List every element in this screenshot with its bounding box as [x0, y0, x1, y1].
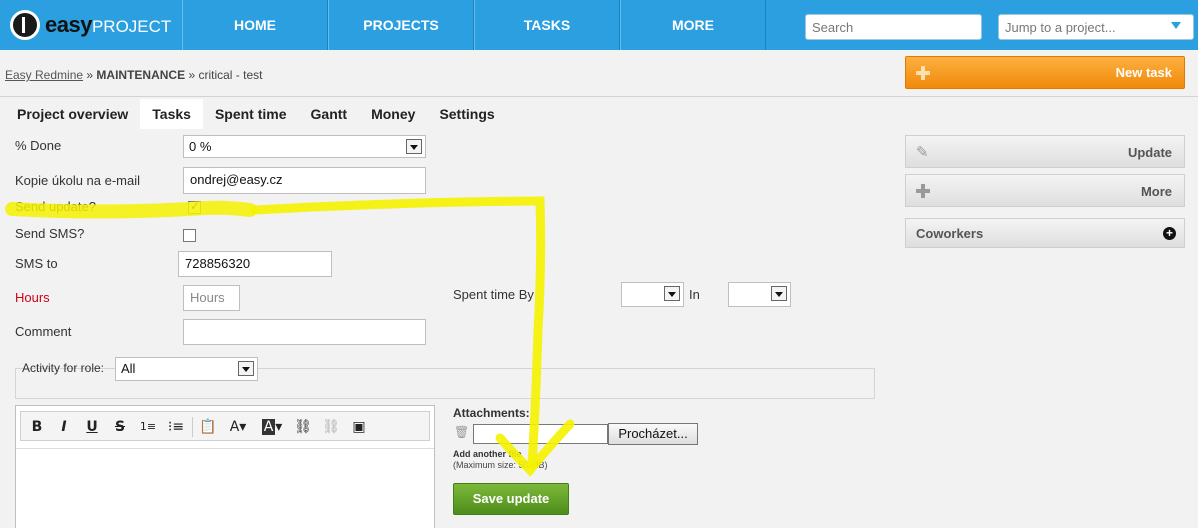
- image-icon[interactable]: ▣: [349, 417, 369, 437]
- nav-projects[interactable]: PROJECTS: [328, 0, 474, 50]
- activity-role-value: All: [121, 361, 136, 376]
- paste-icon[interactable]: 📋: [198, 417, 218, 437]
- coworkers-panel[interactable]: Coworkers +: [905, 218, 1185, 248]
- new-task-button[interactable]: New task: [905, 56, 1185, 89]
- activity-role-label: Activity for role:: [22, 361, 105, 375]
- more-button[interactable]: More: [905, 174, 1185, 207]
- update-button[interactable]: ✎ Update: [905, 135, 1185, 168]
- chevron-down-icon: [406, 139, 422, 154]
- spent-time-by-select[interactable]: [621, 282, 684, 307]
- toolbar-separator: [192, 417, 193, 437]
- top-navigation-bar: easyPROJECT HOME PROJECTS TASKS MORE Sea…: [0, 0, 1198, 50]
- spent-time-by-label: Spent time By: [453, 287, 534, 302]
- attachments-title: Attachments:: [453, 406, 530, 420]
- save-update-button[interactable]: Save update: [453, 483, 569, 515]
- italic-button[interactable]: I: [54, 417, 74, 437]
- logo-text: easyPROJECT: [45, 12, 172, 37]
- jump-placeholder: Jump to a project...: [1005, 20, 1116, 35]
- copy-email-field[interactable]: ondrej@easy.cz: [183, 167, 426, 194]
- divider: [0, 96, 1198, 97]
- breadcrumb-project[interactable]: MAINTENANCE: [96, 68, 185, 82]
- coworkers-label: Coworkers: [916, 226, 984, 241]
- link-icon[interactable]: ⛓: [293, 417, 313, 437]
- nav-tasks[interactable]: TASKS: [474, 0, 620, 50]
- tab-money[interactable]: Money: [359, 99, 427, 129]
- add-coworker-icon[interactable]: +: [1163, 227, 1176, 240]
- nav-more[interactable]: MORE: [620, 0, 766, 50]
- chevron-down-icon: [1171, 22, 1181, 29]
- notes-textarea[interactable]: [16, 448, 434, 528]
- chevron-down-icon: [238, 361, 254, 376]
- more-label: More: [1140, 184, 1172, 199]
- notes-editor: B I U S 1≡ ⁝≡ 📋 A▾ A ▾ ⛓ ⛓ ▣: [15, 405, 435, 528]
- project-tabs: Project overview Tasks Spent time Gantt …: [5, 99, 507, 129]
- bg-color-icon[interactable]: A ▾: [259, 417, 285, 437]
- in-label: In: [689, 287, 700, 302]
- breadcrumb-separator: »: [86, 68, 94, 82]
- file-input[interactable]: [473, 424, 608, 444]
- sms-to-field[interactable]: 728856320: [178, 251, 332, 277]
- comment-label: Comment: [15, 324, 72, 339]
- strike-button[interactable]: S: [110, 417, 130, 437]
- tab-gantt[interactable]: Gantt: [299, 99, 360, 129]
- update-label: Update: [1127, 145, 1172, 160]
- hours-field[interactable]: Hours: [183, 285, 240, 311]
- ordered-list-icon[interactable]: 1≡: [138, 417, 158, 437]
- logo[interactable]: easyPROJECT: [0, 0, 182, 50]
- send-sms-label: Send SMS?: [15, 226, 85, 241]
- nav-home[interactable]: HOME: [182, 0, 328, 50]
- copy-email-label: Kopie úkolu na e-mail: [15, 173, 141, 188]
- chevron-down-icon: [771, 286, 787, 301]
- plus-icon: [916, 184, 930, 198]
- tab-tasks[interactable]: Tasks: [140, 99, 203, 129]
- bold-button[interactable]: B: [27, 417, 47, 437]
- hours-label: Hours: [15, 290, 50, 305]
- tab-project-overview[interactable]: Project overview: [5, 99, 140, 129]
- breadcrumb-root[interactable]: Easy Redmine: [5, 68, 83, 82]
- comment-field[interactable]: [183, 319, 426, 345]
- activity-role-select[interactable]: All: [115, 357, 258, 381]
- in-select[interactable]: [728, 282, 791, 307]
- browse-button[interactable]: Procházet...: [608, 423, 698, 445]
- done-value: 0 %: [189, 139, 212, 154]
- update-form: % Done 0 % Kopie úkolu na e-mail ondrej@…: [5, 129, 885, 528]
- done-select[interactable]: 0 %: [183, 135, 426, 158]
- jump-to-project-select[interactable]: Jump to a project...: [998, 14, 1194, 40]
- unlink-icon[interactable]: ⛓: [321, 417, 341, 437]
- send-sms-checkbox[interactable]: [183, 229, 196, 242]
- chevron-down-icon: [664, 286, 680, 301]
- breadcrumb-separator: »: [188, 68, 196, 82]
- tab-settings[interactable]: Settings: [427, 99, 506, 129]
- send-update-checkbox[interactable]: [188, 199, 201, 214]
- new-task-label: New task: [1115, 65, 1172, 80]
- editor-toolbar: B I U S 1≡ ⁝≡ 📋 A▾ A ▾ ⛓ ⛓ ▣: [20, 411, 430, 441]
- sms-to-label: SMS to: [15, 256, 58, 271]
- underline-button[interactable]: U: [82, 417, 102, 437]
- pencil-icon: ✎: [916, 143, 929, 161]
- trash-icon[interactable]: 🗑: [454, 425, 469, 439]
- send-update-label: Send update?: [15, 199, 96, 214]
- search-input[interactable]: Search: [805, 14, 982, 40]
- tab-spent-time[interactable]: Spent time: [203, 99, 299, 129]
- plus-icon: [916, 66, 930, 80]
- add-another-file-link[interactable]: Add another file: [453, 449, 522, 459]
- power-logo-icon: [10, 10, 40, 40]
- max-size-note: (Maximum size: 50 MB): [453, 460, 548, 470]
- bullet-list-icon[interactable]: ⁝≡: [166, 417, 186, 437]
- breadcrumb-issue: critical - test: [198, 68, 263, 82]
- done-label: % Done: [15, 138, 62, 153]
- breadcrumb: Easy Redmine » MAINTENANCE » critical - …: [5, 68, 262, 82]
- text-color-icon[interactable]: A▾: [225, 417, 251, 437]
